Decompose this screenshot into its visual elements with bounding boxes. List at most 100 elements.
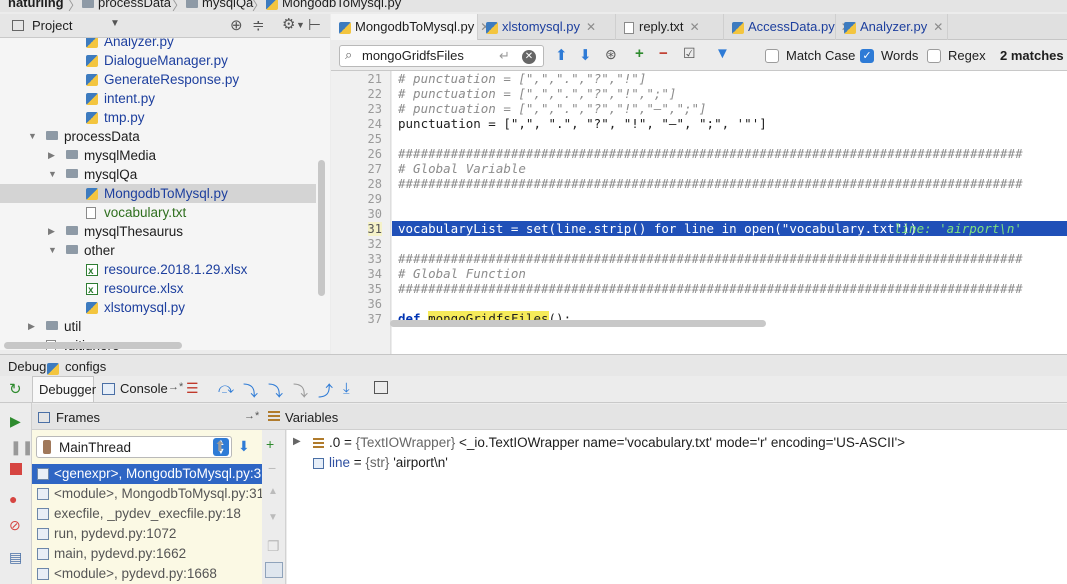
project-view-selector[interactable]: Project bbox=[32, 18, 72, 33]
previous-occurrence-icon[interactable]: ⬆ bbox=[555, 46, 568, 64]
words-checkbox[interactable]: ✓ bbox=[860, 49, 874, 63]
tree-item[interactable]: vocabulary.txt bbox=[0, 203, 316, 222]
tree-vertical-scrollbar[interactable] bbox=[318, 160, 325, 296]
close-icon[interactable]: ✕ bbox=[690, 20, 700, 34]
chevron-down-icon[interactable]: ▼ bbox=[296, 20, 305, 30]
show-watches-icon[interactable] bbox=[265, 562, 283, 578]
tree-item[interactable]: resource.2018.1.29.xlsx bbox=[0, 260, 316, 281]
tree-item[interactable]: ▼ processData bbox=[0, 127, 316, 146]
add-selection-icon[interactable]: + bbox=[635, 45, 644, 62]
tree-item[interactable]: xlstomysql.py bbox=[0, 298, 316, 317]
editor-tab[interactable]: xlstomysql.py ✕ bbox=[478, 14, 616, 40]
chevron-down-icon[interactable]: ▼ bbox=[48, 241, 58, 260]
chevron-right-icon[interactable]: ▶ bbox=[48, 222, 58, 241]
stop-icon[interactable] bbox=[10, 463, 22, 475]
code-editor[interactable]: # punctuation = [",",".","?","!"] # punct… bbox=[392, 71, 1067, 354]
show-execution-point-icon[interactable]: ☰ bbox=[186, 380, 199, 397]
search-input[interactable]: mongoGridfsFiles bbox=[339, 45, 544, 67]
code-line[interactable]: ########################################… bbox=[398, 251, 1023, 266]
gear-icon[interactable]: ⚙ bbox=[282, 15, 295, 33]
breadcrumb-folder-mysqlqa[interactable]: mysqlQa bbox=[186, 0, 253, 10]
pause-icon[interactable]: ❚❚ bbox=[10, 439, 33, 456]
step-into-icon[interactable]: ⤵ bbox=[243, 380, 258, 401]
tree-horizontal-scrollbar[interactable] bbox=[4, 342, 182, 349]
code-line[interactable]: # punctuation = [",",".","?","!","—",";"… bbox=[398, 101, 707, 116]
frame-row[interactable]: main, pydevd.py:1662 bbox=[32, 544, 262, 564]
filter-icon[interactable]: ▼ bbox=[715, 45, 730, 62]
editor-tab[interactable]: Analyzer.py ✕ bbox=[836, 14, 948, 40]
select-all-occurrences-icon[interactable]: ⊛ bbox=[605, 46, 617, 63]
code-line[interactable]: # punctuation = [",",".","?","!",";"] bbox=[398, 86, 676, 101]
tab-console[interactable]: Console →* bbox=[100, 376, 183, 402]
new-watch-icon[interactable]: + bbox=[266, 436, 274, 452]
chevron-right-icon[interactable]: ▶ bbox=[28, 317, 38, 336]
regex-checkbox[interactable] bbox=[927, 49, 941, 63]
collapse-all-icon[interactable]: ≑ bbox=[252, 16, 265, 34]
code-line[interactable]: ########################################… bbox=[398, 176, 1023, 191]
code-line[interactable]: # punctuation = [",",".","?","!"] bbox=[398, 71, 646, 86]
tree-item[interactable]: MongodbToMysql.py bbox=[0, 184, 316, 203]
tab-debugger[interactable]: Debugger bbox=[32, 376, 96, 402]
code-line[interactable]: punctuation = [",", ".", "?", "!", "—", … bbox=[398, 116, 767, 131]
pin-arrow-icon[interactable]: →* bbox=[244, 410, 259, 422]
code-line[interactable]: ########################################… bbox=[398, 281, 1023, 296]
close-icon[interactable]: ✕ bbox=[933, 20, 943, 34]
run-configuration-name[interactable]: configs bbox=[65, 359, 106, 374]
code-line[interactable]: vocabularyList = set(line.strip() for li… bbox=[398, 221, 917, 236]
next-occurrence-icon[interactable]: ⬇ bbox=[579, 46, 592, 64]
search-icon[interactable]: ⌕ bbox=[345, 47, 352, 63]
tree-item[interactable]: ▼ other bbox=[0, 241, 316, 260]
editor-tab[interactable]: MongodbToMysql.py✕ bbox=[331, 14, 490, 40]
chevron-down-icon[interactable]: ▼ bbox=[110, 18, 120, 29]
step-out-icon[interactable]: ⤴ bbox=[318, 380, 333, 401]
view-breakpoints-icon[interactable]: ● bbox=[9, 491, 17, 507]
resume-icon[interactable]: ▶ bbox=[10, 413, 21, 430]
frame-row[interactable]: execfile, _pydev_execfile.py:18 bbox=[32, 504, 262, 524]
chevron-down-icon[interactable]: ▼ bbox=[48, 165, 58, 184]
tree-item[interactable]: intent.py bbox=[0, 89, 316, 108]
run-to-cursor-icon[interactable]: ⤓ bbox=[343, 380, 350, 397]
code-line[interactable]: # Global Variable bbox=[398, 161, 526, 176]
tree-item[interactable]: tmp.py bbox=[0, 108, 316, 127]
remove-watch-icon[interactable]: − bbox=[268, 460, 276, 476]
breadcrumb-project[interactable]: naturling bbox=[8, 0, 64, 10]
clear-search-icon[interactable]: ✕ bbox=[522, 50, 536, 64]
select-all-matches-icon[interactable]: ☑ bbox=[683, 45, 696, 62]
frame-row[interactable]: <module>, pydevd.py:1668 bbox=[32, 564, 262, 584]
previous-frame-icon[interactable]: ⬆ bbox=[214, 438, 226, 455]
thread-selector[interactable]: MainThread ▲ ▼ bbox=[36, 436, 232, 458]
tree-item[interactable]: GenerateResponse.py bbox=[0, 70, 316, 89]
breadcrumb-folder-processdata[interactable]: processData bbox=[82, 0, 171, 10]
move-down-icon[interactable]: ▼ bbox=[268, 512, 278, 523]
frame-row[interactable]: <genexpr>, MongodbToMysql.py:31 bbox=[32, 464, 262, 484]
tree-item[interactable]: ▶ util bbox=[0, 317, 316, 336]
tree-item[interactable]: Analyzer.py bbox=[0, 38, 316, 51]
tree-item[interactable]: resource.xlsx bbox=[0, 279, 316, 300]
step-over-icon[interactable]: ⤼ bbox=[218, 380, 234, 397]
tree-item[interactable]: ▶ mysqlMedia bbox=[0, 146, 316, 165]
editor-tab[interactable]: reply.txt ✕ bbox=[616, 14, 724, 40]
match-case-checkbox[interactable] bbox=[765, 49, 779, 63]
sync-icon[interactable]: ⊕ bbox=[230, 16, 243, 34]
hide-panel-icon[interactable]: ⊢ bbox=[308, 16, 321, 34]
rerun-icon[interactable]: ↻ bbox=[9, 380, 22, 398]
copy-icon[interactable]: ❐ bbox=[267, 538, 280, 555]
frame-row[interactable]: <module>, MongodbToMysql.py:31 bbox=[32, 484, 262, 504]
expand-arrow-icon[interactable]: ▶ bbox=[293, 436, 301, 447]
editor-tab[interactable]: AccessData.py✕ bbox=[724, 14, 851, 40]
next-frame-icon[interactable]: ⬇ bbox=[238, 438, 250, 455]
remove-selection-icon[interactable]: − bbox=[659, 45, 668, 62]
chevron-down-icon[interactable]: ▼ bbox=[28, 127, 38, 146]
evaluate-expression-icon[interactable] bbox=[374, 381, 388, 394]
tree-item[interactable]: ▶ mysqlThesaurus bbox=[0, 222, 316, 241]
close-icon[interactable]: ✕ bbox=[586, 20, 596, 34]
variable-row[interactable]: line = {str} 'airport\n' bbox=[329, 455, 448, 470]
tree-item[interactable]: ▼ mysqlQa bbox=[0, 165, 316, 184]
editor-horizontal-scrollbar[interactable] bbox=[390, 320, 766, 327]
variable-row[interactable]: .0 = {TextIOWrapper} <_io.TextIOWrapper … bbox=[329, 435, 905, 450]
code-line[interactable]: # Global Function bbox=[398, 266, 526, 281]
move-up-icon[interactable]: ▲ bbox=[268, 486, 278, 497]
chevron-right-icon[interactable]: ▶ bbox=[48, 146, 58, 165]
frame-row[interactable]: run, pydevd.py:1072 bbox=[32, 524, 262, 544]
restore-layout-icon[interactable]: ▤ bbox=[9, 549, 22, 566]
